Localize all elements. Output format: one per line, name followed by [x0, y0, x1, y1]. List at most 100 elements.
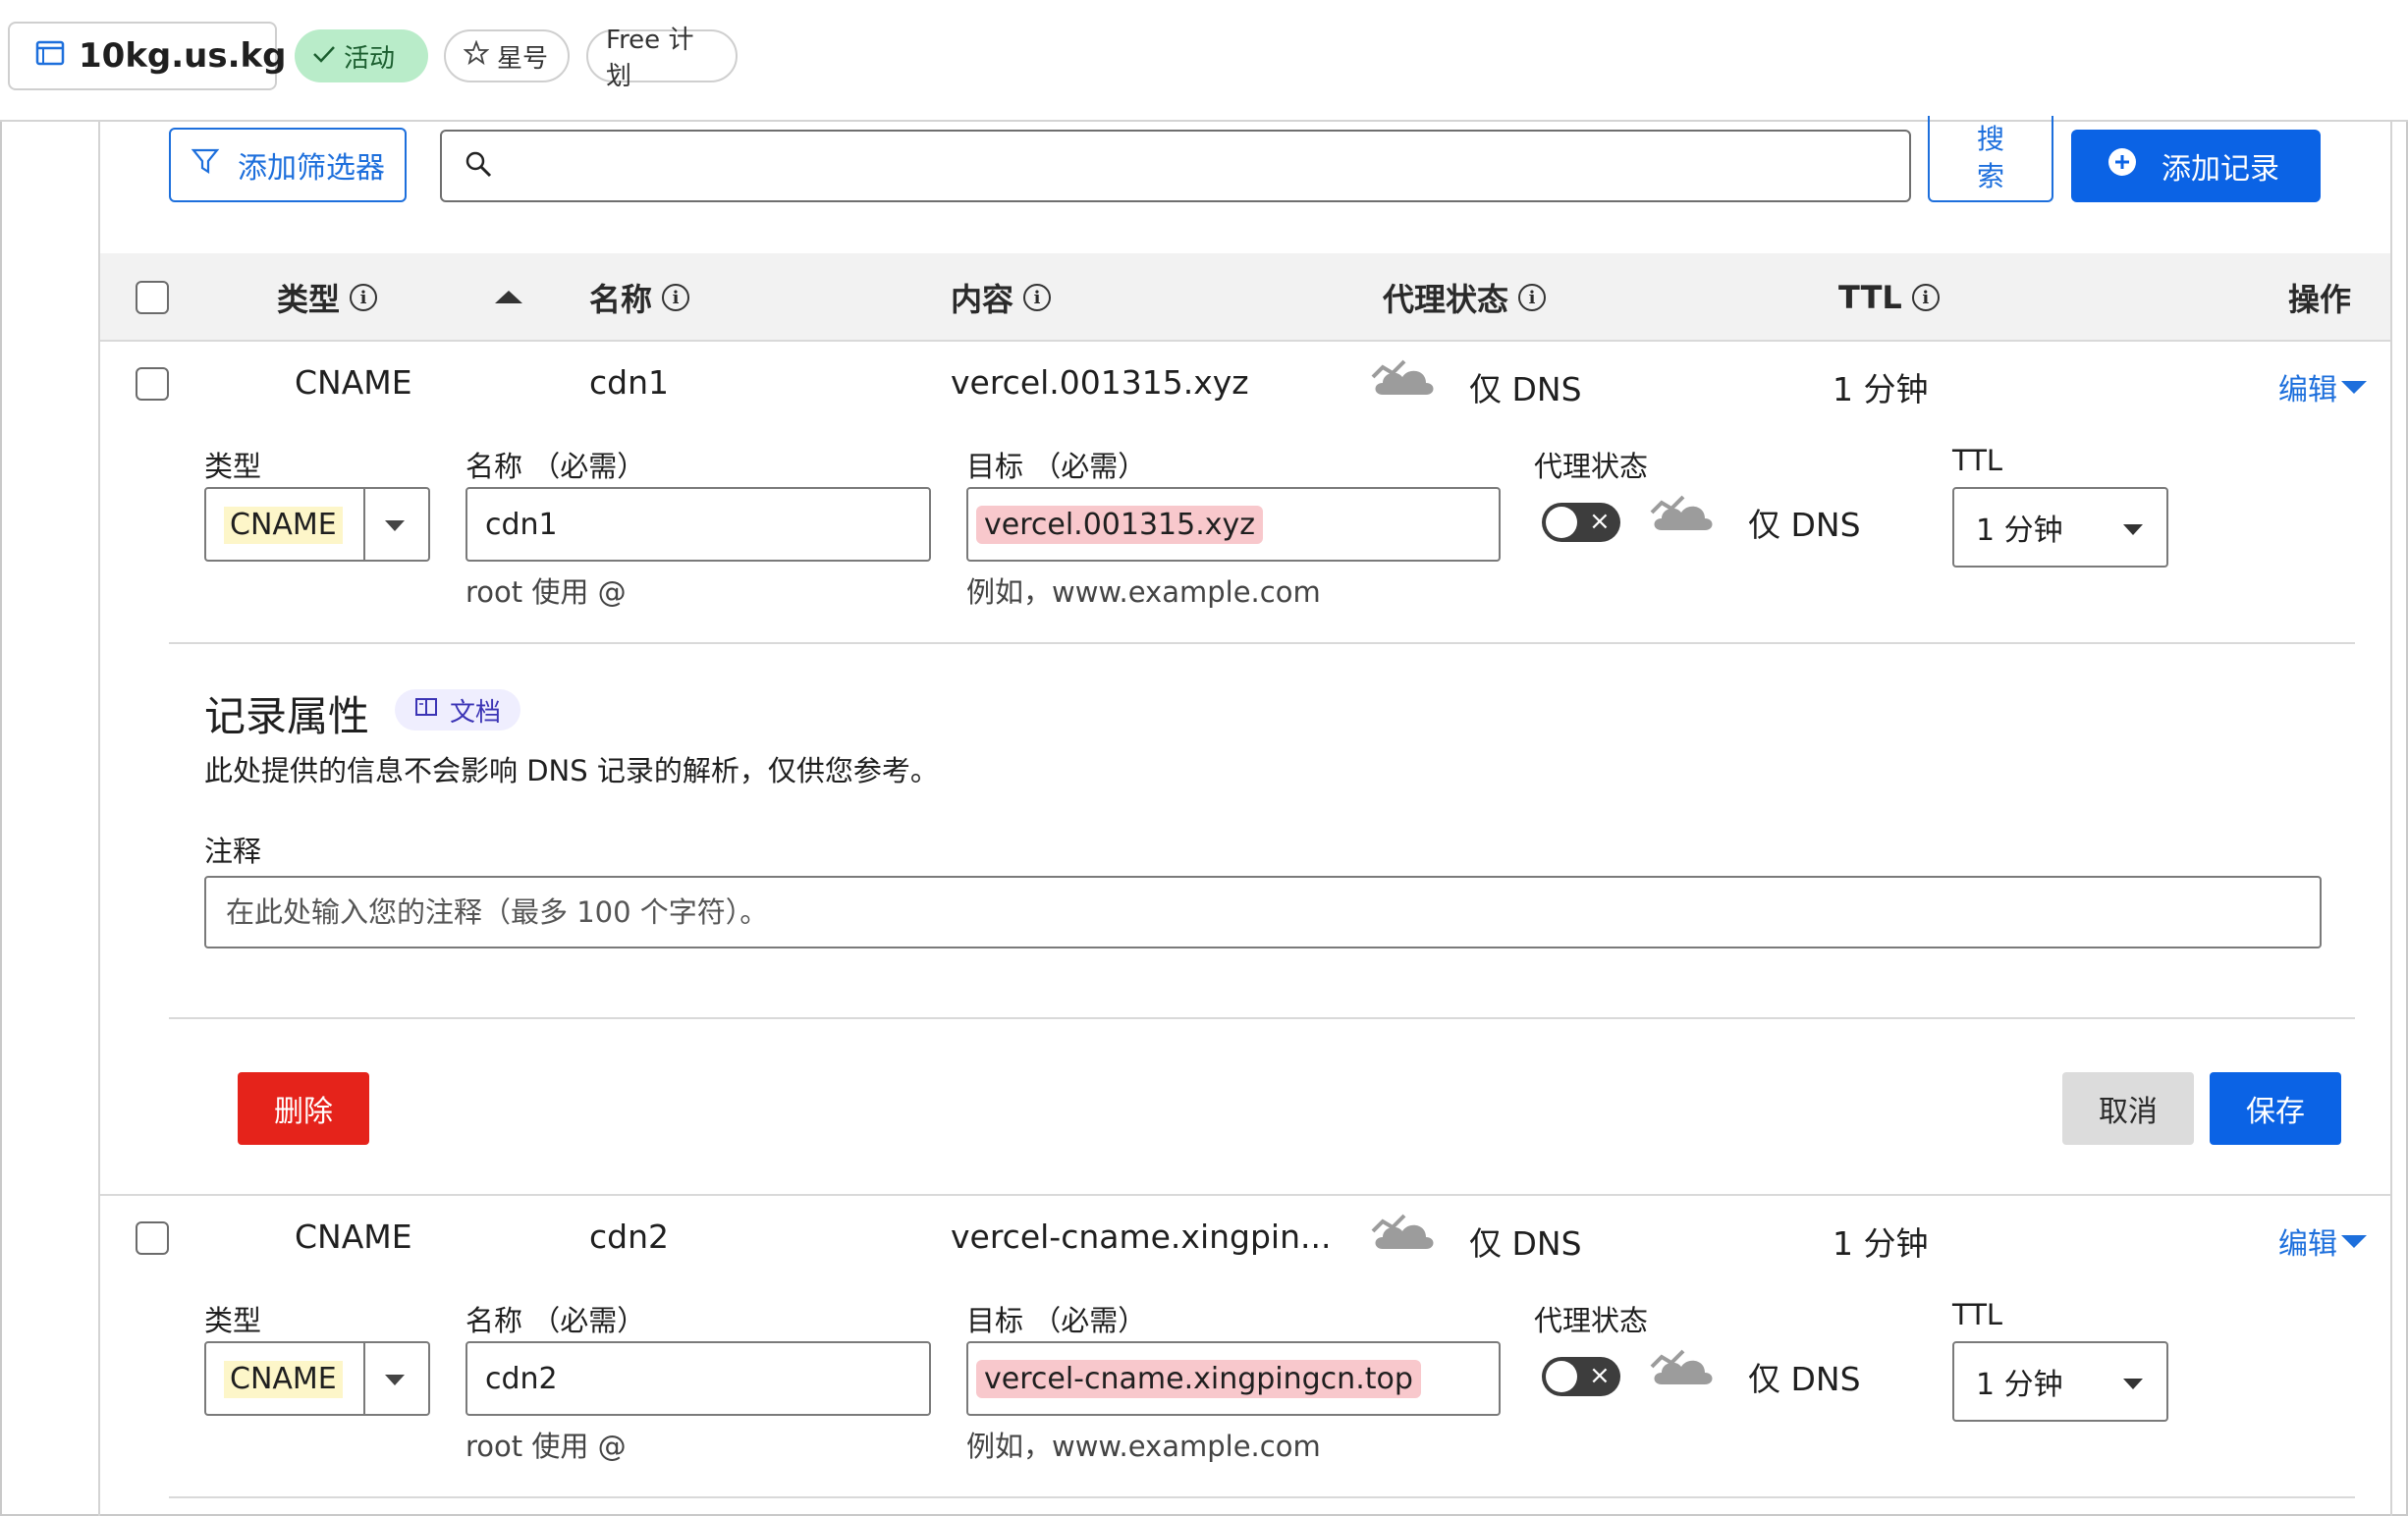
search-button-label: 搜索 — [1976, 123, 2004, 192]
search-button[interactable]: 搜索 — [1928, 116, 2053, 202]
cancel-button[interactable]: 取消 — [2062, 1072, 2194, 1145]
name-input[interactable]: cdn1 — [465, 487, 931, 562]
docs-label: 文档 — [450, 697, 502, 728]
type-select[interactable]: CNAME — [204, 1341, 430, 1416]
comment-input[interactable] — [226, 895, 2320, 929]
info-icon[interactable]: i — [662, 284, 690, 311]
edit-label: 编辑 — [2278, 1227, 2337, 1262]
table-header: 类型 i 名称 i 内容 i 代理状态 i TTL i 操作 — [100, 253, 2390, 342]
star-label: 星号 — [497, 43, 549, 74]
column-ttl-label: TTL — [1838, 279, 1902, 316]
actions-divider — [169, 1017, 2355, 1019]
info-icon[interactable]: i — [1023, 284, 1052, 311]
record-name: cdn2 — [589, 1218, 670, 1256]
column-header-type[interactable]: 类型 i — [277, 253, 378, 342]
record-name: cdn1 — [589, 363, 670, 402]
edit-label: 编辑 — [2278, 373, 2337, 407]
docs-link[interactable]: 文档 — [395, 689, 521, 731]
select-divider — [363, 489, 365, 560]
domain-selector[interactable]: 10kg.us.kg — [8, 22, 287, 90]
cloud-dns-icon — [1648, 489, 1721, 542]
info-icon[interactable]: i — [350, 284, 378, 311]
add-filter-button[interactable]: 添加筛选器 — [169, 128, 407, 202]
type-field-label: 类型 — [204, 450, 262, 483]
sort-up-icon[interactable] — [493, 253, 524, 342]
proxy-toggle[interactable]: × — [1542, 1357, 1620, 1396]
column-header-content[interactable]: 内容 i — [951, 253, 1052, 342]
edit-record-link[interactable]: 编辑 — [2278, 1219, 2367, 1263]
name-input-value: cdn1 — [485, 507, 558, 542]
record-type: CNAME — [295, 1218, 412, 1256]
type-select-value: CNAME — [224, 1361, 343, 1398]
chevron-down-icon — [2341, 1234, 2367, 1248]
chevron-down-icon — [2123, 1379, 2143, 1389]
proxy-field-label: 代理状态 — [1534, 1304, 1649, 1337]
record-proxy: 仅 DNS — [1469, 1224, 1582, 1263]
column-header-proxy[interactable]: 代理状态 i — [1383, 253, 1547, 342]
comment-label: 注释 — [204, 835, 262, 868]
row-checkbox[interactable] — [136, 1221, 169, 1255]
info-icon[interactable]: i — [1518, 284, 1547, 311]
plan-badge[interactable]: Free 计划 — [586, 26, 738, 91]
record-proxy: 仅 DNS — [1469, 370, 1582, 408]
name-help-text: root 使用 @ — [465, 1430, 627, 1463]
close-icon: × — [1589, 1361, 1611, 1390]
target-input[interactable]: vercel-cname.xingpingcn.top — [966, 1341, 1501, 1416]
chevron-down-icon — [2123, 524, 2143, 535]
select-divider — [363, 1343, 365, 1414]
ttl-field-label: TTL — [1952, 1298, 2003, 1331]
add-filter-label: 添加筛选器 — [238, 151, 385, 186]
search-input-wrapper[interactable] — [440, 130, 1911, 202]
ttl-select[interactable]: 1 分钟 — [1952, 1341, 2168, 1422]
row-checkbox[interactable] — [136, 367, 169, 401]
ttl-field-label: TTL — [1952, 444, 2003, 477]
chevron-down-icon — [2341, 380, 2367, 394]
target-input-value: vercel-cname.xingpingcn.top — [976, 1359, 1421, 1398]
info-icon[interactable]: i — [1911, 284, 1940, 311]
form-divider — [169, 642, 2355, 644]
type-select[interactable]: CNAME — [204, 487, 430, 562]
target-input[interactable]: vercel.001315.xyz — [966, 487, 1501, 562]
search-input[interactable] — [511, 149, 1909, 183]
check-icon — [312, 41, 336, 71]
star-button[interactable]: 星号 — [444, 29, 570, 82]
chevron-down-icon — [385, 520, 405, 531]
ttl-select-value: 1 分钟 — [1976, 514, 2063, 548]
column-actions-label: 操作 — [2288, 281, 2352, 318]
filter-icon — [191, 146, 220, 184]
save-label: 保存 — [2246, 1095, 2305, 1129]
record-ttl: 1 分钟 — [1833, 1224, 1929, 1263]
delete-button[interactable]: 删除 — [238, 1072, 369, 1145]
comment-field[interactable] — [204, 876, 2322, 948]
save-button[interactable]: 保存 — [2210, 1072, 2341, 1145]
cloud-dns-icon — [1648, 1343, 1721, 1396]
target-field-label: 目标 （必需） — [966, 450, 1147, 483]
name-input[interactable]: cdn2 — [465, 1341, 931, 1416]
add-record-button[interactable]: 添加记录 — [2071, 130, 2321, 202]
column-header-name[interactable]: 名称 i — [589, 253, 690, 342]
book-icon — [414, 695, 438, 725]
cancel-label: 取消 — [2099, 1095, 2158, 1129]
type-field-label: 类型 — [204, 1304, 262, 1337]
edit-record-link[interactable]: 编辑 — [2278, 365, 2367, 408]
delete-label: 删除 — [274, 1095, 333, 1129]
name-field-label: 名称 （必需） — [465, 1304, 646, 1337]
proxy-status-value: 仅 DNS — [1748, 506, 1861, 544]
ttl-select[interactable]: 1 分钟 — [1952, 487, 2168, 568]
plan-label: Free 计划 — [606, 26, 694, 91]
name-field-label: 名称 （必需） — [465, 450, 646, 483]
proxy-field-label: 代理状态 — [1534, 450, 1649, 483]
status-badge: 活动 — [295, 29, 428, 82]
domain-name: 10kg.us.kg — [79, 36, 287, 76]
proxy-toggle[interactable]: × — [1542, 503, 1620, 542]
star-icon — [463, 38, 490, 73]
select-all-checkbox[interactable] — [136, 281, 169, 314]
top-header: 10kg.us.kg 活动 星号 Free 计划 — [0, 0, 2408, 122]
record-ttl: 1 分钟 — [1833, 370, 1929, 408]
toggle-knob — [1546, 507, 1577, 538]
column-header-ttl[interactable]: TTL i — [1838, 253, 1940, 342]
cloud-dns-icon — [1369, 353, 1442, 406]
add-record-label: 添加记录 — [2162, 152, 2279, 187]
chevron-down-icon — [385, 1375, 405, 1385]
cloud-dns-icon — [1369, 1208, 1442, 1261]
